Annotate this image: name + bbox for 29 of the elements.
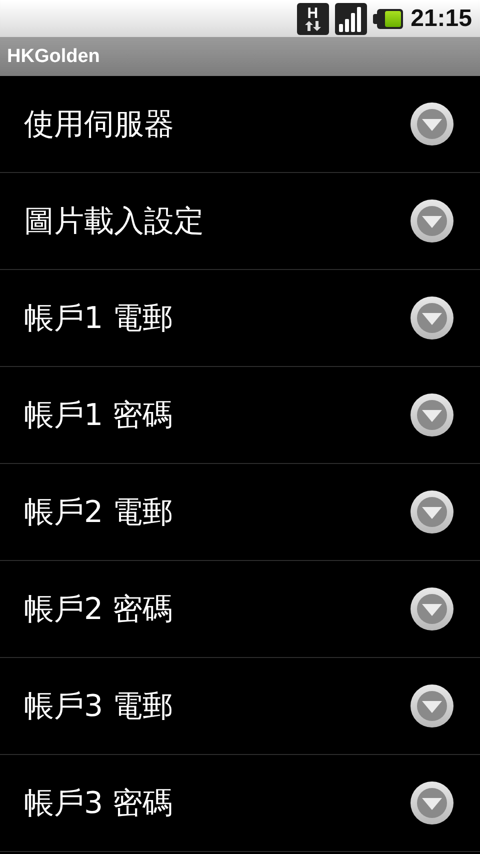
dropdown-icon xyxy=(410,781,454,825)
setting-label: 帳戶1 密碼 xyxy=(24,396,173,434)
setting-label: 帳戶2 密碼 xyxy=(24,590,173,628)
setting-label: 帳戶1 電郵 xyxy=(24,300,173,338)
settings-item[interactable]: 使用伺服器 xyxy=(0,76,480,173)
dropdown-icon xyxy=(410,587,454,631)
dropdown-icon xyxy=(410,199,454,243)
settings-item[interactable]: 帳戶3 密碼 xyxy=(0,755,480,852)
setting-label: 帳戶3 電郵 xyxy=(24,688,173,726)
network-type-icon: H xyxy=(296,2,329,34)
battery-icon xyxy=(372,8,403,28)
settings-item[interactable]: 帳戶3 電郵 xyxy=(0,658,480,755)
dropdown-icon xyxy=(410,393,454,437)
setting-label: 帳戶3 密碼 xyxy=(24,784,173,822)
setting-label: 帳戶2 電郵 xyxy=(24,494,173,532)
settings-item[interactable]: 帳戶2 密碼 xyxy=(0,561,480,658)
dropdown-icon xyxy=(410,490,454,534)
dropdown-icon xyxy=(410,296,454,340)
clock-time: 21:15 xyxy=(410,4,472,32)
settings-item[interactable]: 帳戶1 電郵 xyxy=(0,270,480,367)
app-title: HKGolden xyxy=(7,46,100,68)
settings-item[interactable]: 帳戶2 電郵 xyxy=(0,464,480,561)
settings-item[interactable]: 帳戶1 密碼 xyxy=(0,367,480,464)
settings-item[interactable]: 圖片載入設定 xyxy=(0,173,480,270)
setting-label: 使用伺服器 xyxy=(24,106,174,144)
dropdown-icon xyxy=(410,102,454,146)
signal-icon xyxy=(334,2,367,34)
setting-label: 圖片載入設定 xyxy=(24,202,204,240)
dropdown-icon xyxy=(410,684,454,728)
